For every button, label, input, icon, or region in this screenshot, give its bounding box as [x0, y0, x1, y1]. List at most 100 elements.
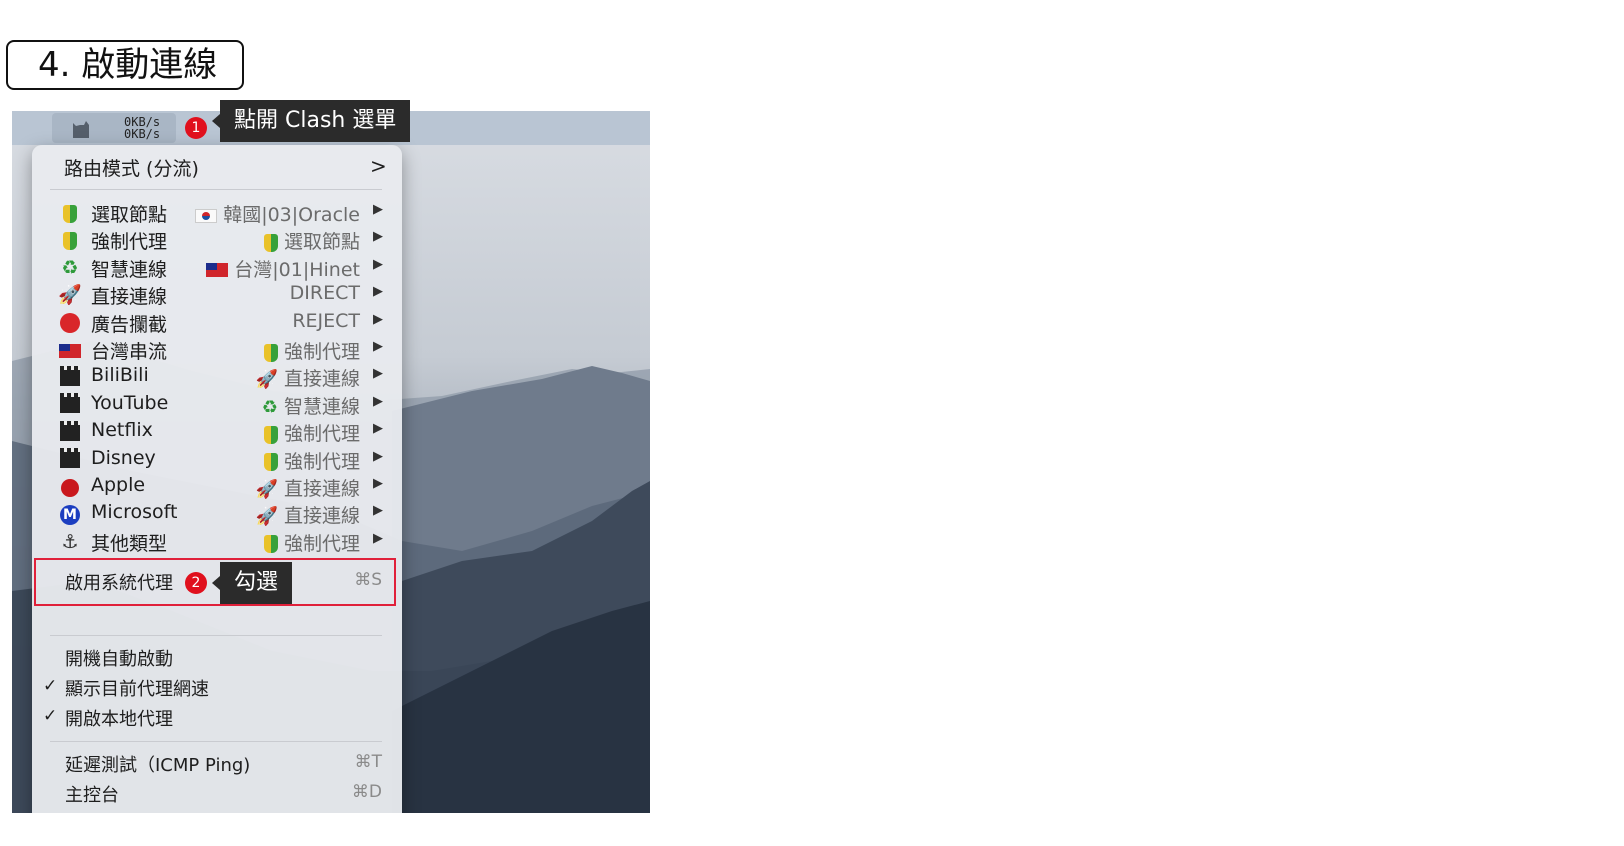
proxy-group-icon-wrap [58, 312, 82, 334]
routing-mode-label: 路由模式 (分流) [64, 158, 199, 180]
proxy-group-selected: 🚀 直接連線 [256, 501, 360, 528]
proxy-group-name: 強制代理 [91, 231, 168, 254]
menu-separator [50, 741, 382, 742]
proxy-group-row[interactable]: ♻ 智慧連線 台灣|01|Hinet ▶ [32, 255, 402, 282]
latency-test-label: 延遲測試（ICMP Ping) [65, 755, 251, 776]
proxy-group-row[interactable]: Netflix 強制代理 ▶ [32, 419, 402, 446]
proxy-group-row[interactable]: 廣告攔截 REJECT ▶ [32, 310, 402, 337]
proxy-group-row[interactable]: Disney 強制代理 ▶ [32, 447, 402, 474]
proxy-group-name: YouTube [91, 391, 169, 414]
step-badge-2: 2 [185, 572, 207, 594]
tooltip-check: 勾選 [211, 562, 293, 604]
menu-separator [50, 189, 382, 190]
proxy-group-name: 智慧連線 [91, 258, 168, 281]
proxy-group-selected-label: DIRECT [289, 282, 360, 305]
proxy-group-selected: 台灣|01|Hinet [206, 255, 360, 282]
proxy-group-name: BiliBili [91, 364, 149, 387]
proxy-group-icon-wrap [58, 393, 82, 416]
proxy-group-row[interactable]: BiliBili 🚀 直接連線 ▶ [32, 364, 402, 391]
menu-item-local-proxy[interactable]: ✓ 開啟本地代理 [32, 705, 402, 733]
proxy-group-name: 直接連線 [91, 286, 168, 309]
proxy-group-row[interactable]: 台灣串流 強制代理 ▶ [32, 337, 402, 364]
macos-screenshot: 0KB/s 0KB/s 路由模式 (分流) > 選取節點 韓國|03|Oracle… [12, 111, 650, 813]
proxy-group-selected-label: 強制代理 [283, 532, 360, 555]
proxy-group-icon-wrap: ⚓ [58, 531, 82, 553]
local-proxy-label: 開啟本地代理 [65, 709, 173, 730]
proxy-group-icon-wrap [58, 476, 82, 498]
submenu-arrow-icon: ▶ [373, 421, 383, 437]
proxy-group-icon-wrap [58, 339, 82, 361]
menu-separator [50, 635, 382, 636]
checkmark-icon: ✓ [43, 706, 58, 726]
beginner-icon [263, 425, 278, 444]
flag-kr-icon [195, 208, 218, 223]
clapper-icon [60, 448, 80, 469]
recycle-icon: ♻ [261, 396, 278, 418]
proxy-group-selected: 強制代理 [263, 529, 360, 556]
menu-item-launch-at-login[interactable]: 開機自動啟動 [32, 645, 402, 673]
proxy-group-row[interactable]: 強制代理 選取節點 ▶ [32, 227, 402, 254]
clash-cat-icon [73, 121, 89, 138]
proxy-group-row[interactable]: 🚀 直接連線 DIRECT ▶ [32, 282, 402, 309]
download-speed: 0KB/s [124, 127, 161, 141]
recycle-icon: ♻ [61, 256, 79, 279]
submenu-arrow-icon: ▶ [373, 448, 383, 464]
proxy-group-selected-label: 智慧連線 [283, 395, 360, 418]
submenu-arrow-icon: ▶ [373, 476, 383, 491]
rocket-icon: 🚀 [255, 479, 278, 500]
apple-icon [61, 478, 79, 497]
flag-tw-icon [59, 343, 81, 358]
stop-sign-icon [60, 313, 80, 334]
dashboard-label: 主控台 [65, 785, 119, 806]
proxy-group-name: 選取節點 [91, 204, 168, 226]
tooltip-open-clash-menu: 點開 Clash 選單 [211, 100, 411, 142]
clash-dropdown-menu: 路由模式 (分流) > 選取節點 韓國|03|Oracle ▶ 強制代理 選取節點 ▶ ♻ 智… [32, 145, 402, 813]
submenu-arrow-icon: ▶ [373, 256, 383, 272]
proxy-group-selected: 選取節點 [263, 227, 360, 254]
menu-item-dashboard[interactable]: 主控台 ⌘D [32, 781, 402, 809]
proxy-group-selected-label: REJECT [292, 309, 360, 332]
proxy-group-icon-wrap [58, 202, 82, 224]
chevron-right-icon: > [370, 154, 387, 178]
step-title: 4. 啟動連線 [6, 40, 244, 90]
network-speed: 0KB/s 0KB/s [124, 116, 160, 140]
checkmark-icon: ✓ [43, 676, 58, 696]
proxy-group-icon-wrap [58, 420, 82, 443]
proxy-group-name: Apple [91, 474, 146, 496]
submenu-arrow-icon: ▶ [373, 339, 383, 354]
clash-status-item[interactable]: 0KB/s 0KB/s [52, 113, 176, 143]
submenu-arrow-icon: ▶ [373, 229, 383, 245]
proxy-group-selected: 🚀 直接連線 [256, 474, 360, 501]
beginner-icon [263, 535, 278, 554]
proxy-group-selected: REJECT [292, 310, 360, 332]
submenu-arrow-icon: ▶ [373, 202, 383, 217]
proxy-group-name: 廣告攔截 [91, 313, 168, 336]
submenu-arrow-icon: ▶ [373, 311, 383, 327]
proxy-group-selected: 韓國|03|Oracle [195, 200, 360, 227]
menu-item-routing-mode[interactable]: 路由模式 (分流) > [32, 154, 402, 182]
proxy-group-row[interactable]: YouTube ♻ 智慧連線 ▶ [32, 392, 402, 419]
proxy-group-row[interactable]: ⚓ 其他類型 強制代理 ▶ [32, 529, 402, 556]
proxy-group-row[interactable]: M Microsoft 🚀 直接連線 ▶ [32, 501, 402, 528]
menu-item-show-speed[interactable]: ✓ 顯示目前代理網速 [32, 675, 402, 703]
show-speed-label: 顯示目前代理網速 [65, 679, 209, 700]
proxy-group-name: Microsoft [91, 501, 178, 524]
proxy-group-selected: 強制代理 [263, 419, 360, 446]
proxy-group-icon-wrap [58, 365, 82, 388]
step-badge-1: 1 [185, 117, 207, 139]
proxy-group-icon-wrap: ♻ [58, 257, 82, 279]
proxy-group-row[interactable]: Apple 🚀 直接連線 ▶ [32, 474, 402, 501]
proxy-group-selected-label: 直接連線 [283, 478, 360, 500]
submenu-arrow-icon: ▶ [373, 503, 383, 519]
proxy-group-selected-label: 強制代理 [283, 423, 360, 446]
latency-test-shortcut: ⌘T [354, 752, 382, 772]
m-circle-icon: M [60, 504, 80, 525]
clapper-icon [60, 365, 80, 386]
proxy-group-row[interactable]: 選取節點 韓國|03|Oracle ▶ [32, 200, 402, 227]
beginner-icon [263, 233, 278, 252]
proxy-group-selected-label: 直接連線 [283, 505, 360, 528]
proxy-group-name: Disney [91, 446, 156, 469]
menu-item-latency-test[interactable]: 延遲測試（ICMP Ping) ⌘T [32, 751, 402, 779]
submenu-arrow-icon: ▶ [373, 393, 383, 409]
submenu-arrow-icon: ▶ [373, 284, 383, 300]
